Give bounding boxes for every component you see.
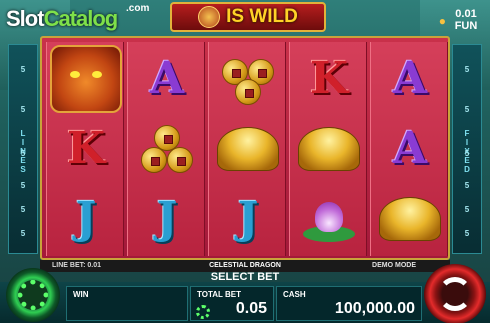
dragon-wild-icon [50,45,122,113]
symbol-j: J [47,184,125,254]
k-symbol: K [66,123,106,174]
j-symbol: J [156,193,178,244]
bet-settings-icon[interactable] [196,305,210,319]
symbol-ingot [290,114,368,184]
line-number: 5 [20,181,26,190]
k-symbol: K [309,53,349,104]
symbol-a: A [371,44,449,114]
settings-button[interactable] [6,268,60,322]
symbol-ingot [371,184,449,254]
reel-4: K [289,42,367,256]
symbol-j: J [209,184,287,254]
fun-badge[interactable]: 0.01 FUN [446,8,486,38]
coins-icon: ● [438,14,446,28]
coins-symbol-icon [137,121,197,177]
reel-3: J [208,42,286,256]
line-number: 5 [20,149,26,158]
symbol-coins [128,114,206,184]
j-symbol: J [75,193,97,244]
a-symbol: A [392,123,428,174]
reel-frame: K J A J J K A A [40,36,450,260]
line-number: 5 [20,229,26,238]
j-symbol: J [237,193,259,244]
line-number: 5 [464,105,470,114]
wild-banner: IS WILD [170,2,326,32]
symbol-k: K [47,114,125,184]
line-number: 5 [464,65,470,74]
lotus-icon [301,196,357,242]
reel-2: A J [127,42,205,256]
symbol-coins [209,44,287,114]
line-number: 5 [464,149,470,158]
banner-text: IS WILD [226,6,298,27]
a-symbol: A [392,53,428,104]
gold-ingot-icon [379,197,441,241]
cash-box: CASH 100,000.00 [276,286,422,321]
game-screen: SlotCatalog .com IS WILD ● 0.01 FUN 5 5 … [0,0,490,323]
logo-com-text: .com [126,3,150,14]
win-box: WIN [66,286,188,321]
symbol-a: A [371,114,449,184]
demo-mode-text: DEMO MODE [372,262,416,269]
cash-value: 100,000.00 [334,300,415,317]
reel-5: A A [370,42,448,256]
gold-ingot-icon [217,127,279,171]
line-number: 5 [464,181,470,190]
left-lines-panel: 5 5 LINES 5 5 5 5 [8,44,38,254]
a-symbol: A [149,53,185,104]
line-number: 5 [464,229,470,238]
symbol-dragon-wild [47,44,125,114]
dragon-mini-icon [198,6,221,28]
spin-button[interactable] [424,264,486,323]
symbol-a: A [128,44,206,114]
right-fixed-panel: 5 5 FIXED 5 5 5 5 [452,44,482,254]
symbol-lotus [290,184,368,254]
line-number: 5 [20,65,26,74]
total-bet-value: 0.05 [235,300,267,317]
gold-ingot-icon [298,127,360,171]
logo-slot-text: Slot [6,6,45,31]
line-number: 5 [20,205,26,214]
spin-arrows-icon [438,277,472,311]
fun-badge-value: 0.01 [455,8,477,20]
total-bet-label: TOTAL BET [197,290,241,299]
line-number: 5 [20,105,26,114]
gear-icon [18,280,48,310]
win-label: WIN [73,290,89,299]
symbol-j: J [128,184,206,254]
symbol-k: K [290,44,368,114]
symbol-ingot [209,114,287,184]
slotcatalog-logo: SlotCatalog .com [6,3,149,32]
logo-catalog-text: Catalog [43,6,119,31]
coins-symbol-icon [218,51,278,107]
reel-1: K J [46,42,124,256]
fun-badge-currency: FUN [454,20,478,32]
line-number: 5 [464,205,470,214]
cash-label: CASH [283,290,306,299]
